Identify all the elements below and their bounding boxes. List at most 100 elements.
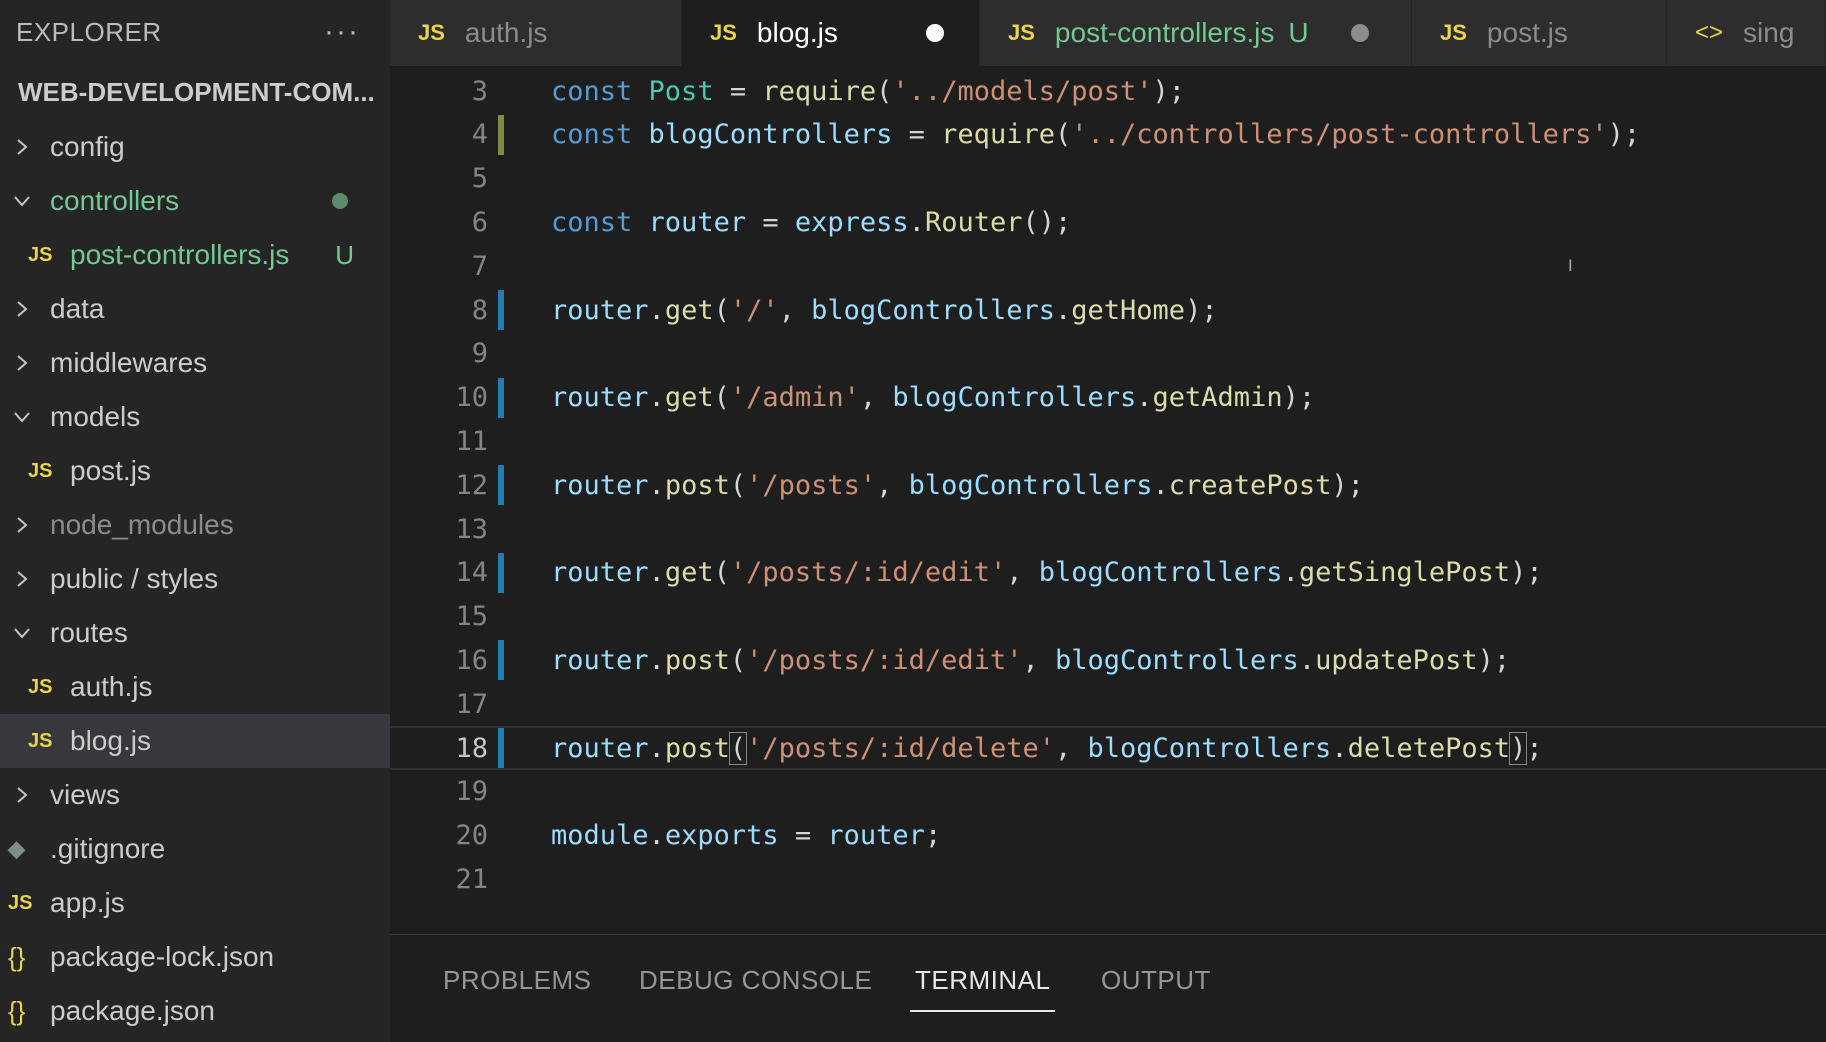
code-line[interactable]: 10 router.get('/admin', blogControllers.g… xyxy=(390,376,1826,420)
code-token: ); xyxy=(1510,557,1543,589)
tree-item-label: config xyxy=(50,131,125,162)
line-number: 6 xyxy=(471,206,488,238)
tree-file-post[interactable]: JS post.js xyxy=(0,444,390,498)
tree-item-label: post.js xyxy=(70,455,151,486)
code-line[interactable]: 16 router.post('/posts/:id/edit', blogCon… xyxy=(390,638,1826,682)
code-line[interactable]: 21 xyxy=(390,857,1826,901)
tab-output[interactable]: OUTPUT xyxy=(1101,965,1211,996)
code-line[interactable]: 12 router.post('/posts', blogControllers.… xyxy=(390,463,1826,507)
tree-folder-public-styles[interactable]: public / styles xyxy=(0,552,390,606)
tree-folder-controllers[interactable]: controllers xyxy=(0,174,390,228)
tab-problems[interactable]: PROBLEMS xyxy=(443,965,592,996)
explorer-title: EXPLORER xyxy=(16,16,162,47)
code-token: . xyxy=(648,557,665,589)
code-token: ( xyxy=(1054,119,1072,151)
line-number: 14 xyxy=(455,557,488,589)
tab-blog[interactable]: JS blog.js xyxy=(682,0,980,66)
tree-item-label: models xyxy=(50,401,141,432)
code-token: . xyxy=(648,820,665,852)
code-line[interactable]: 18 router.post('/posts/:id/delete', blogC… xyxy=(390,726,1826,770)
code-line[interactable]: 9 xyxy=(390,332,1826,376)
code-text: router.post('/posts/:id/edit', blogContr… xyxy=(551,645,1510,676)
code-line[interactable]: 7 xyxy=(390,244,1826,288)
git-gutter-marker[interactable] xyxy=(498,377,504,418)
code-line[interactable]: 5 xyxy=(390,157,1826,201)
tab-single[interactable]: <> sing xyxy=(1667,0,1826,66)
code-token: get xyxy=(664,382,714,414)
line-number: 12 xyxy=(455,469,488,501)
code-line[interactable]: 20 module.exports = router; xyxy=(390,814,1826,858)
tab-terminal[interactable]: TERMINAL xyxy=(909,965,1056,1012)
code-line[interactable]: 14 router.get('/posts/:id/edit', blogCont… xyxy=(390,551,1826,595)
code-line[interactable]: 3 const Post = require('../models/post'); xyxy=(390,69,1826,113)
code-token: . xyxy=(648,732,665,764)
code-token: ); xyxy=(1152,75,1186,107)
tree-item-label: package-lock.json xyxy=(50,941,275,972)
tree-file-auth[interactable]: JS auth.js xyxy=(0,660,390,714)
code-token: post xyxy=(664,644,730,676)
tree-file-package-lock[interactable]: {} package-lock.json xyxy=(0,930,390,984)
code-token: createPost xyxy=(1168,469,1332,501)
tree-folder-data[interactable]: data xyxy=(0,282,390,336)
code-line[interactable]: 11 xyxy=(390,419,1826,463)
git-gutter-marker[interactable] xyxy=(498,290,504,330)
unsaved-dot-icon[interactable] xyxy=(1350,24,1369,42)
tree-folder-routes[interactable]: routes xyxy=(0,606,390,660)
code-line[interactable]: 4 const blogControllers = require('../con… xyxy=(390,113,1826,157)
project-root-label: WEB-DEVELOPMENT-COM... xyxy=(18,76,375,107)
js-file-icon: JS xyxy=(418,20,445,45)
code-text: const Post = require('../models/post'); xyxy=(551,76,1185,107)
code-text: const router = express.Router(); xyxy=(551,207,1071,238)
line-number: 16 xyxy=(455,644,488,676)
project-root[interactable]: WEB-DEVELOPMENT-COM... xyxy=(0,64,390,120)
tree-folder-node-modules[interactable]: node_modules xyxy=(0,498,390,552)
code-line[interactable]: 6 const router = express.Router(); xyxy=(390,200,1826,244)
code-editor[interactable]: I 3 const Post = require('../models/post'… xyxy=(390,66,1826,934)
code-token: = xyxy=(778,820,828,852)
tree-file-blog[interactable]: JS blog.js xyxy=(0,714,390,768)
tree-item-label: middlewares xyxy=(50,347,208,378)
tab-debug-console[interactable]: DEBUG CONSOLE xyxy=(639,965,872,996)
git-gutter-marker[interactable] xyxy=(498,552,504,593)
tree-folder-views[interactable]: views xyxy=(0,768,390,822)
code-line[interactable]: 15 xyxy=(390,595,1826,639)
tab-post[interactable]: JS post.js xyxy=(1412,0,1667,66)
tree-file-gitignore[interactable]: ◆ .gitignore xyxy=(0,822,390,876)
untracked-badge: U xyxy=(1288,17,1309,48)
git-gutter-marker[interactable] xyxy=(498,728,504,768)
code-line[interactable]: 8 router.get('/', blogControllers.getHome… xyxy=(390,288,1826,332)
git-gutter-marker[interactable] xyxy=(498,640,504,681)
git-gutter-marker[interactable] xyxy=(498,114,504,155)
tree-folder-config[interactable]: config xyxy=(0,120,390,174)
tab-auth[interactable]: JS auth.js xyxy=(390,0,682,66)
line-number: 19 xyxy=(455,776,488,808)
code-line[interactable]: 17 xyxy=(390,682,1826,726)
code-token: post xyxy=(664,732,730,764)
code-token: get xyxy=(664,557,714,589)
line-number: 5 xyxy=(471,163,488,195)
code-token: '../models/post' xyxy=(892,75,1153,107)
code-line[interactable]: 13 xyxy=(390,507,1826,551)
code-token: module xyxy=(551,820,649,852)
tree-file-package[interactable]: {} package.json xyxy=(0,984,390,1038)
git-gutter-marker[interactable] xyxy=(498,465,504,506)
tree-folder-middlewares[interactable]: middlewares xyxy=(0,336,390,390)
unsaved-dot-icon[interactable] xyxy=(925,24,944,42)
code-token: blogControllers xyxy=(1054,644,1299,676)
tree-file-app[interactable]: JS app.js xyxy=(0,876,390,930)
code-token: blogControllers xyxy=(908,469,1153,501)
code-token: const xyxy=(551,206,633,238)
tree-folder-models[interactable]: models xyxy=(0,390,390,444)
code-token: blogControllers xyxy=(648,119,893,151)
js-file-icon: JS xyxy=(1440,20,1467,45)
line-number: 18 xyxy=(455,732,488,764)
code-line[interactable]: 19 xyxy=(390,770,1826,814)
code-token: , xyxy=(1054,732,1088,764)
tab-post-controllers[interactable]: JS post-controllers.js U xyxy=(980,0,1412,66)
tree-file-post-controllers[interactable]: JS post-controllers.js U xyxy=(0,228,390,282)
code-token: ( xyxy=(876,75,893,107)
code-token: . xyxy=(1055,294,1072,326)
more-actions-icon[interactable]: ··· xyxy=(324,15,374,49)
chevron-down-icon xyxy=(12,191,50,211)
